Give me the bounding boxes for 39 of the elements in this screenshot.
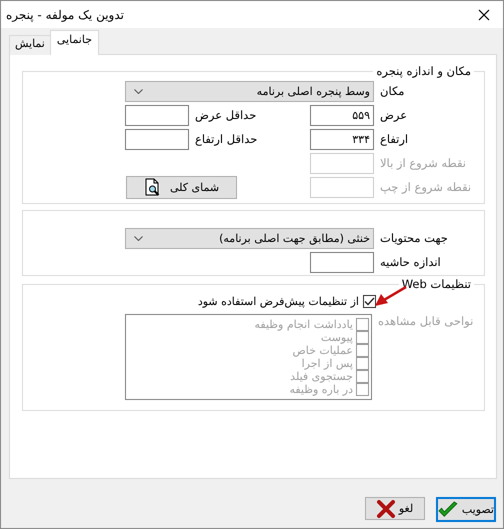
field-label: اندازه حاشیه — [379, 255, 442, 269]
cancel-button[interactable]: لغو — [365, 497, 425, 520]
input-field[interactable]: ۳۳۴ — [310, 128, 374, 150]
checkmark-icon — [438, 500, 458, 518]
direction-dropdown[interactable]: خنثی (مطابق جهت اصلی برنامه) — [125, 228, 374, 248]
close-icon[interactable] — [478, 8, 490, 20]
chevron-icon — [134, 236, 143, 240]
cross-icon — [376, 500, 395, 518]
input-field[interactable]: ۵۵۹ — [310, 104, 374, 126]
magnifier-page-icon — [144, 178, 162, 196]
checkbox-label: یادداشت انجام وظیفه — [254, 318, 353, 331]
field-label: جهت محتویات — [379, 231, 449, 245]
field-label: نقطه شروع از بالا — [379, 156, 467, 170]
field-label: مکان — [379, 84, 406, 98]
tab[interactable]: نمایش — [9, 35, 51, 55]
input-field[interactable] — [310, 252, 374, 272]
field-label: عرض — [379, 108, 408, 122]
checkbox-label: از تنظیمات پیش‌فرض استفاده شود — [198, 295, 359, 308]
chevron-icon — [134, 88, 143, 94]
preview-button[interactable]: شمای کلی — [126, 176, 237, 198]
group-title: تنظیمات Web — [400, 277, 472, 291]
ok-button[interactable]: تصویب — [436, 497, 496, 522]
checkbox-label: جستجوی فیلد — [290, 370, 353, 383]
group-title: مکان و اندازه پنجره — [375, 64, 472, 78]
field-label: نواحی قابل مشاهده — [377, 314, 474, 328]
field-label: حداقل عرض — [194, 108, 258, 122]
field-label: حداقل ارتفاع — [194, 132, 258, 146]
checkbox-label: پیوست — [320, 331, 353, 344]
input-field[interactable] — [125, 128, 189, 150]
window-title: تدوین یک مولفه - پنجره — [6, 8, 124, 22]
checkbox[interactable] — [363, 295, 376, 308]
checkbox-label: پس از اجرا — [302, 357, 353, 370]
checkbox-label: عملیات خاص — [292, 344, 353, 357]
field-label: ارتفاع — [379, 132, 410, 146]
tab[interactable]: جانمایی — [50, 30, 100, 55]
checkbox-label: در باره وظیفه — [289, 383, 353, 396]
position-dropdown[interactable]: وسط پنجره اصلی برنامه — [125, 80, 374, 102]
input-field[interactable] — [125, 104, 189, 126]
field-label: نقطه شروع از چپ — [379, 180, 472, 194]
